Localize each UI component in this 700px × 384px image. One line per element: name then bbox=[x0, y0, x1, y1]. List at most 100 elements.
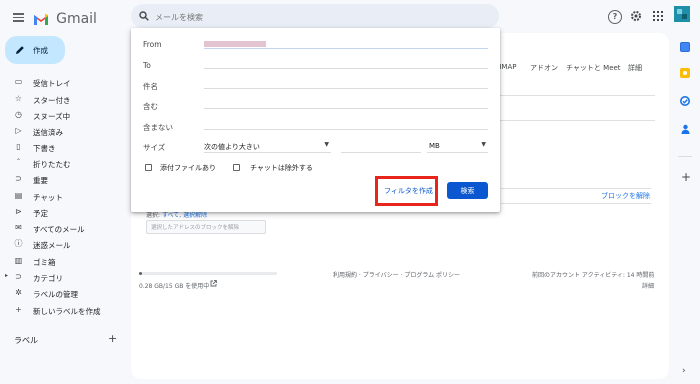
settings-tab-advanced[interactable]: 詳細 bbox=[628, 63, 642, 73]
last-activity: 前回のアカウント アクティビティ: 14 時間前 bbox=[532, 272, 655, 279]
size-unit-select[interactable]: MB ▼ bbox=[427, 140, 488, 153]
calendar-icon[interactable] bbox=[680, 42, 690, 52]
expand-caret-icon[interactable]: ▸ bbox=[5, 272, 8, 279]
sidebar-item[interactable]: ▷ 送信済み bbox=[0, 124, 125, 140]
to-input[interactable] bbox=[204, 68, 488, 69]
sidebar-item-label: 折りたたむ bbox=[33, 160, 71, 169]
sidebar-item[interactable]: ▭ 受信トレイ bbox=[0, 75, 125, 91]
scheduled-icon: ⊳ bbox=[15, 207, 22, 216]
unblock-selected-button[interactable]: 選択したアドレスのブロックを解除 bbox=[146, 220, 266, 234]
sidebar-item-label: 重要 bbox=[33, 176, 48, 185]
sidebar-item[interactable]: ▥ ゴミ箱 bbox=[0, 254, 125, 270]
sidebar-item[interactable]: ⊃ 重要 bbox=[0, 172, 125, 188]
compose-label: 作成 bbox=[33, 46, 48, 55]
sidebar-item-label: チャット bbox=[33, 193, 63, 202]
create-filter-label: フィルタを作成 bbox=[384, 187, 433, 195]
sidebar-item[interactable]: ▯ 下書き bbox=[0, 140, 125, 156]
add-label-button[interactable]: + bbox=[108, 332, 117, 345]
sidebar-item[interactable]: ☆ スター付き bbox=[0, 92, 125, 108]
sidebar-item[interactable]: ✲ ラベルの管理 bbox=[0, 286, 125, 302]
tasks-icon[interactable] bbox=[680, 96, 690, 106]
sidebar-item[interactable]: ⓘ 迷惑メール bbox=[0, 237, 125, 253]
inbox-icon: ▭ bbox=[14, 77, 23, 86]
size-operator-value: 次の値より大きい bbox=[204, 143, 260, 151]
not-has-input[interactable] bbox=[204, 129, 488, 130]
size-label: サイズ bbox=[143, 143, 166, 152]
has-words-label: 含む bbox=[143, 102, 158, 111]
storage-text: 0.28 GB/15 GB を使用中 bbox=[139, 283, 210, 290]
sidebar-item[interactable]: ˆ 折りたたむ bbox=[0, 156, 125, 172]
chevron-down-icon: ▼ bbox=[481, 141, 486, 148]
send-icon: ▷ bbox=[15, 126, 22, 135]
spam-icon: ⓘ bbox=[14, 239, 23, 248]
select-none-link[interactable]: 選択解除 bbox=[183, 212, 207, 219]
storage-bar bbox=[139, 272, 277, 275]
gmail-wordmark: Gmail bbox=[56, 10, 97, 27]
unblock-link[interactable]: ブロックを解除 bbox=[601, 191, 650, 201]
from-value-redacted bbox=[204, 41, 266, 47]
settings-tab-addons[interactable]: アドオン bbox=[530, 63, 558, 73]
contacts-icon[interactable] bbox=[681, 124, 690, 134]
all-mail-icon: ✉ bbox=[15, 223, 22, 232]
sidebar-item-label: 下書き bbox=[33, 144, 56, 153]
add-addon-icon[interactable]: + bbox=[681, 170, 691, 184]
has-attachment-label: 添付ファイルあり bbox=[160, 164, 216, 172]
footer-links[interactable]: 利用規約 · プライバシー · プログラム ポリシー bbox=[333, 270, 460, 279]
size-operator-select[interactable]: 次の値より大きい ▼ bbox=[204, 140, 331, 153]
compose-button[interactable]: 作成 bbox=[5, 36, 65, 64]
sidebar-item-label: スヌーズ中 bbox=[33, 112, 71, 121]
draft-icon: ▯ bbox=[16, 142, 21, 151]
exclude-chats-checkbox[interactable] bbox=[233, 164, 240, 171]
keep-icon[interactable] bbox=[680, 68, 690, 78]
search-bar[interactable] bbox=[131, 4, 499, 28]
settings-tab-chat-meet[interactable]: チャットと Meet bbox=[566, 63, 621, 73]
labels-header: ラベル bbox=[14, 336, 38, 345]
sidebar-item[interactable]: ⊃ カテゴリ ▸ bbox=[0, 270, 125, 286]
clock-icon: ◷ bbox=[15, 110, 22, 119]
search-input[interactable] bbox=[153, 9, 457, 25]
size-unit-value: MB bbox=[429, 142, 440, 150]
unblock-selected-label: 選択したアドレスのブロックを解除 bbox=[151, 225, 240, 231]
activity-details-link[interactable]: 詳細 bbox=[642, 281, 654, 290]
sidebar-item-label: ラベルの管理 bbox=[33, 290, 78, 299]
help-icon[interactable]: ? bbox=[608, 10, 622, 24]
sidebar-item-label: 迷惑メール bbox=[33, 241, 71, 250]
chevron-up-icon: ˆ bbox=[16, 158, 21, 167]
chat-icon: ▤ bbox=[14, 191, 23, 200]
sidebar-item[interactable]: ✉ すべてのメール bbox=[0, 221, 125, 237]
has-attachment-checkbox[interactable] bbox=[145, 164, 152, 171]
expand-panel-icon[interactable]: › bbox=[682, 366, 686, 376]
sidebar-item-label: ゴミ箱 bbox=[33, 258, 56, 267]
sidebar-item[interactable]: ⊳ 予定 bbox=[0, 205, 125, 221]
gmail-logo[interactable]: Gmail bbox=[33, 8, 97, 27]
sidebar-item-label: 予定 bbox=[33, 209, 48, 218]
chevron-down-icon: ▼ bbox=[324, 141, 329, 148]
sidebar-item-label: カテゴリ bbox=[33, 274, 63, 283]
create-filter-button[interactable]: フィルタを作成 bbox=[380, 182, 433, 199]
from-input[interactable] bbox=[204, 48, 488, 49]
gear-icon: ✲ bbox=[15, 288, 22, 297]
trash-icon: ▥ bbox=[14, 256, 23, 265]
sidebar-item[interactable]: + 新しいラベルを作成 bbox=[0, 303, 125, 319]
sidebar-item-label: 受信トレイ bbox=[33, 79, 71, 88]
storage-bar-fill bbox=[139, 272, 142, 275]
gear-icon[interactable] bbox=[630, 10, 642, 22]
account-avatar[interactable] bbox=[674, 6, 690, 22]
pencil-icon bbox=[16, 46, 24, 54]
has-words-input[interactable] bbox=[204, 108, 488, 109]
sidebar-item[interactable]: ◷ スヌーズ中 bbox=[0, 108, 125, 124]
search-icon[interactable] bbox=[139, 11, 149, 21]
sidebar-item[interactable]: ▤ チャット bbox=[0, 189, 125, 205]
from-label: From bbox=[143, 40, 162, 49]
main-menu-icon[interactable] bbox=[13, 11, 24, 24]
apps-grid-icon[interactable] bbox=[653, 11, 663, 21]
select-all-link[interactable]: すべて bbox=[162, 212, 179, 219]
sidebar-item-label: 送信済み bbox=[33, 128, 63, 137]
sidebar-item-label: 新しいラベルを作成 bbox=[33, 307, 101, 316]
size-value-input[interactable] bbox=[341, 152, 421, 153]
to-label: To bbox=[143, 61, 151, 70]
search-button[interactable]: 検索 bbox=[447, 182, 488, 199]
subject-label: 件名 bbox=[143, 82, 158, 91]
external-link-icon[interactable] bbox=[210, 280, 217, 287]
subject-input[interactable] bbox=[204, 88, 488, 89]
